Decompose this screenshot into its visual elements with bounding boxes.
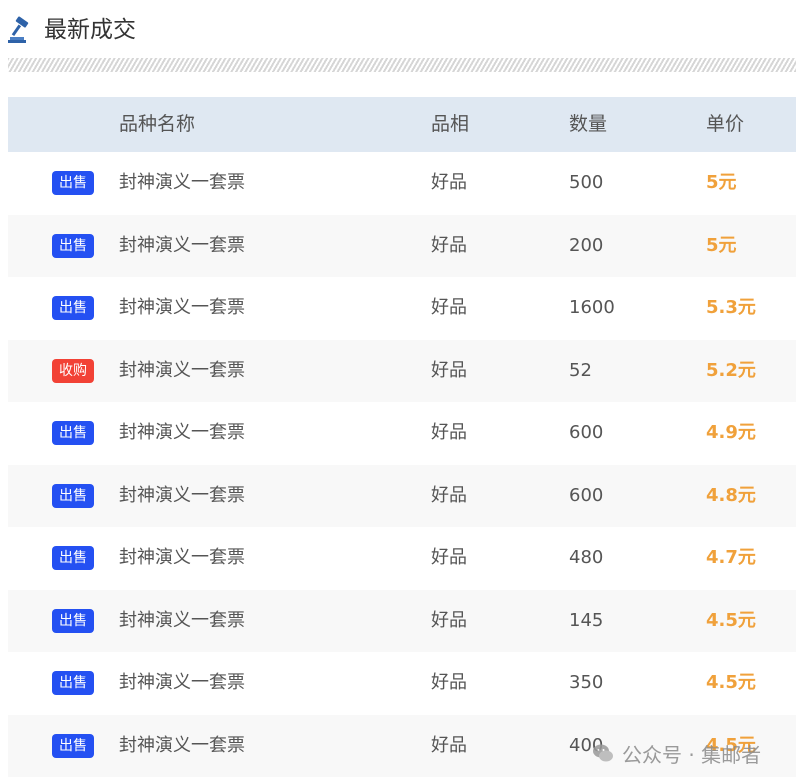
item-name: 封神演义一套票	[119, 359, 245, 381]
item-quality: 好品	[431, 234, 467, 256]
item-name: 封神演义一套票	[119, 234, 245, 256]
item-name: 封神演义一套票	[119, 172, 245, 193]
sell-badge: 出售	[52, 733, 94, 758]
item-price: 4.8元	[706, 484, 756, 506]
item-name: 封神演义一套票	[119, 422, 245, 443]
column-header-quality: 品相	[431, 113, 470, 135]
decorative-divider	[8, 58, 796, 72]
item-name: 封神演义一套票	[119, 484, 245, 506]
item-price: 4.7元	[706, 547, 756, 568]
trades-table: 品种名称 品相 数量 单价 出售 封神演义一套票 好品 500 5元 出售 封神演义一套票好…	[8, 97, 796, 777]
sell-badge: 出售	[52, 233, 94, 258]
item-quantity: 145	[569, 609, 604, 631]
table-row[interactable]: 出售 封神演义一套票 好品 500 5元	[8, 152, 796, 215]
sell-badge: 出售	[52, 171, 94, 195]
table-row[interactable]: 出售 封神演义一套票 好品 1600 5.3元	[8, 277, 796, 340]
item-quality: 好品	[431, 547, 467, 568]
item-quantity: 480	[569, 547, 604, 568]
sell-badge: 出售	[52, 421, 94, 445]
table-header-row: 品种名称 品相 数量 单价	[8, 97, 796, 152]
item-name: 封神演义一套票	[119, 672, 245, 693]
table-row[interactable]: 出售 封神演义一套票 好品 200 5元	[8, 214, 796, 277]
wechat-icon	[593, 744, 613, 762]
table-row[interactable]: 收购 封神演义一套票 好品 52 5.2元	[8, 339, 796, 402]
item-name: 封神演义一套票	[119, 297, 245, 318]
table-row[interactable]: 出售 封神演义一套票 好品 350 4.5元	[8, 652, 796, 715]
buy-badge: 收购	[52, 358, 94, 383]
table-body: 出售 封神演义一套票 好品 500 5元 出售 封神演义一套票 好品 200 5元 出售 封神演义一套…	[8, 152, 796, 777]
item-quality: 好品	[431, 359, 467, 381]
item-price: 4.5元	[706, 609, 756, 631]
sell-badge: 出售	[52, 483, 94, 508]
table-row[interactable]: 出售 封神演义一套票 好品 600 4.9元	[8, 402, 796, 465]
item-quality: 好品	[431, 297, 467, 318]
column-header-price: 单价	[706, 113, 745, 135]
item-quantity: 500	[569, 172, 604, 193]
item-quality: 好品	[431, 672, 467, 693]
item-quantity: 52	[569, 359, 592, 381]
item-quality: 好品	[431, 609, 467, 631]
item-quality: 好品	[431, 734, 467, 756]
item-quality: 好品	[431, 484, 467, 506]
item-price: 4.5元	[706, 672, 756, 693]
item-name: 封神演义一套票	[119, 609, 245, 631]
watermark: 公众号 · 集邮者	[592, 738, 761, 768]
watermark-text: 公众号 · 集邮者	[622, 742, 762, 767]
item-quantity: 600	[569, 484, 604, 506]
gavel-icon	[8, 16, 29, 43]
column-header-quantity: 数量	[569, 113, 608, 135]
item-quantity: 350	[569, 672, 604, 693]
section-title: 最新成交	[44, 17, 136, 43]
column-header-name: 品种名称	[119, 113, 196, 135]
section-header: 最新成交	[0, 0, 796, 56]
item-price: 5.2元	[706, 359, 756, 381]
item-quantity: 1600	[569, 297, 615, 318]
item-price: 5元	[706, 172, 737, 193]
item-name: 封神演义一套票	[119, 734, 245, 756]
item-quantity: 200	[569, 234, 604, 256]
table-row[interactable]: 出售 封神演义一套票 好品 480 4.7元	[8, 527, 796, 590]
sell-badge: 出售	[52, 546, 94, 570]
item-name: 封神演义一套票	[119, 547, 245, 568]
item-quality: 好品	[431, 422, 467, 443]
item-price: 5元	[706, 234, 737, 256]
table-row[interactable]: 出售 封神演义一套票 好品 145 4.5元	[8, 589, 796, 652]
table-row[interactable]: 出售 封神演义一套票 好品 600 4.8元	[8, 464, 796, 527]
item-quantity: 600	[569, 422, 604, 443]
sell-badge: 出售	[52, 671, 94, 695]
sell-badge: 出售	[52, 608, 94, 633]
item-quality: 好品	[431, 172, 467, 193]
sell-badge: 出售	[52, 296, 94, 320]
item-price: 5.3元	[706, 297, 756, 318]
item-price: 4.9元	[706, 422, 756, 443]
